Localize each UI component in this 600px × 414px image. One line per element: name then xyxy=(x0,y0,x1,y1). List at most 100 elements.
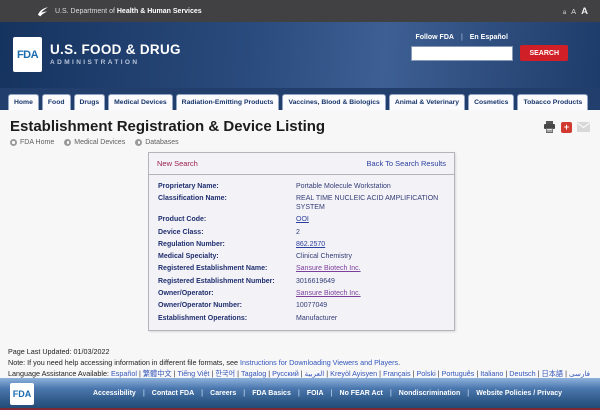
fda-logo[interactable]: FDA xyxy=(13,37,42,72)
language-link[interactable]: Español xyxy=(111,369,137,378)
regulation-number-link[interactable]: 862.2570 xyxy=(296,240,448,249)
registered-establishment-name-link[interactable]: Sansure Biotech Inc. xyxy=(296,264,448,273)
breadcrumb-label: Medical Devices xyxy=(74,139,125,146)
note-suffix: . xyxy=(398,358,400,367)
email-icon[interactable] xyxy=(577,122,590,132)
footer-link[interactable]: No FEAR Act xyxy=(333,390,390,397)
language-link[interactable]: 繁體中文 xyxy=(143,369,172,378)
footer-link[interactable]: Careers xyxy=(203,390,243,397)
footer-link[interactable]: Nondiscrimination xyxy=(392,390,467,397)
detail-row-owner-operator: Owner/Operator: Sansure Biotech Inc. xyxy=(149,287,448,299)
hhs-label-prefix: U.S. Department of xyxy=(55,8,115,15)
footer-link[interactable]: FOIA xyxy=(300,390,331,397)
breadcrumb-item-databases[interactable]: Databases xyxy=(135,139,178,146)
language-link[interactable]: Kreyòl Ayisyen xyxy=(330,369,377,378)
footer-link[interactable]: FDA Basics xyxy=(245,390,298,397)
header-search-area: Follow FDA | En Español SEARCH xyxy=(411,34,568,61)
language-link[interactable]: Italiano xyxy=(480,369,503,378)
language-link[interactable]: العربية xyxy=(305,369,325,378)
nav-tab[interactable]: Radiation-Emitting Products xyxy=(176,94,280,110)
footer-link[interactable]: Website Policies / Privacy xyxy=(469,390,569,397)
row-label: Regulation Number: xyxy=(158,240,296,249)
nav-tabs: HomeFoodDrugsMedical DevicesRadiation-Em… xyxy=(8,94,588,110)
row-label: Establishment Operations: xyxy=(158,314,296,323)
language-link[interactable]: 한국어 xyxy=(215,369,235,378)
language-link[interactable]: Polski xyxy=(417,369,436,378)
breadcrumb-label: Databases xyxy=(145,139,178,146)
row-label: Owner/Operator Number: xyxy=(158,301,296,310)
en-espanol-link[interactable]: En Español xyxy=(470,34,508,41)
footer-link[interactable]: Accessibility xyxy=(86,390,143,397)
search-row: SEARCH xyxy=(411,45,568,61)
panel-header: New Search Back To Search Results xyxy=(149,153,454,175)
detail-row-registered-establishment-number: Registered Establishment Number: 3016619… xyxy=(149,275,448,287)
breadcrumb-item-medical-devices[interactable]: Medical Devices xyxy=(64,139,125,146)
last-updated-text: Page Last Updated: 01/03/2022 xyxy=(8,347,592,358)
follow-fda-link[interactable]: Follow FDA xyxy=(415,34,454,41)
hhs-eagle-icon xyxy=(36,5,49,18)
nav-tab[interactable]: Tobacco Products xyxy=(517,94,588,110)
downloading-viewers-link[interactable]: Instructions for Downloading Viewers and… xyxy=(240,358,398,367)
language-link[interactable]: Tagalog xyxy=(241,369,266,378)
detail-row-registered-establishment-name: Registered Establishment Name: Sansure B… xyxy=(149,263,448,275)
font-size-large-button[interactable]: A xyxy=(581,6,588,17)
detail-row-regulation-number: Regulation Number: 862.2570 xyxy=(149,238,448,250)
breadcrumb-bullet-icon xyxy=(135,139,142,146)
language-link[interactable]: Français xyxy=(383,369,411,378)
detail-row-medical-specialty: Medical Specialty: Clinical Chemistry xyxy=(149,251,448,263)
footer-links: Accessibility|Contact FDA|Careers|FDA Ba… xyxy=(86,390,569,397)
row-label: Medical Specialty: xyxy=(158,252,296,261)
fda-header-titles: U.S. FOOD & DRUG ADMINISTRATION xyxy=(50,42,181,66)
new-search-link[interactable]: New Search xyxy=(157,159,198,168)
breadcrumb-item-fda-home[interactable]: FDA Home xyxy=(10,139,54,146)
detail-row-device-class: Device Class: 2 xyxy=(149,226,448,238)
main-content: Establishment Registration & Device List… xyxy=(0,110,600,378)
fda-logo-text: FDA xyxy=(17,49,38,61)
nav-tab[interactable]: Drugs xyxy=(74,94,106,110)
footer-fda-logo[interactable]: FDA xyxy=(10,383,34,405)
hhs-top-bar: U.S. Department of Health & Human Servic… xyxy=(0,0,600,22)
header-links: Follow FDA | En Español xyxy=(415,34,568,41)
hhs-department-label: U.S. Department of Health & Human Servic… xyxy=(55,8,202,15)
language-link[interactable]: Português xyxy=(442,369,475,378)
page-title: Establishment Registration & Device List… xyxy=(10,118,590,135)
nav-tab[interactable]: Home xyxy=(8,94,39,110)
product-code-link[interactable]: OOI xyxy=(296,215,448,224)
footer-link[interactable]: Contact FDA xyxy=(145,390,201,397)
page-action-icons: + xyxy=(543,121,590,133)
nav-tab[interactable]: Cosmetics xyxy=(468,94,514,110)
row-label: Registered Establishment Name: xyxy=(158,264,296,273)
share-icon[interactable]: + xyxy=(561,122,572,133)
row-label: Owner/Operator: xyxy=(158,289,296,298)
search-input[interactable] xyxy=(411,46,513,61)
row-value: Clinical Chemistry xyxy=(296,252,448,261)
font-size-small-button[interactable]: a xyxy=(563,10,566,16)
nav-tab[interactable]: Medical Devices xyxy=(108,94,173,110)
row-label: Classification Name: xyxy=(158,194,296,212)
site-footer-bar: FDA Accessibility|Contact FDA|Careers|FD… xyxy=(0,378,600,410)
row-label: Device Class: xyxy=(158,228,296,237)
language-links: Español | 繁體中文 | Tiếng Việt | 한국어 | Taga… xyxy=(111,369,590,378)
printer-icon[interactable] xyxy=(543,121,556,133)
nav-tab[interactable]: Food xyxy=(42,94,71,110)
row-value: 10077049 xyxy=(296,301,448,310)
language-link[interactable]: 日本語 xyxy=(542,369,564,378)
language-assistance-label: Language Assistance Available: xyxy=(8,369,109,378)
panel-body: Proprietary Name: Portable Molecule Work… xyxy=(149,175,454,330)
font-size-medium-button[interactable]: A xyxy=(571,7,576,16)
owner-operator-link[interactable]: Sansure Biotech Inc. xyxy=(296,289,448,298)
back-to-search-results-link[interactable]: Back To Search Results xyxy=(367,159,446,168)
language-link[interactable]: Tiếng Việt xyxy=(177,369,209,378)
breadcrumb-bullet-icon xyxy=(10,139,17,146)
fda-header: FDA U.S. FOOD & DRUG ADMINISTRATION Foll… xyxy=(0,22,600,88)
nav-tab[interactable]: Animal & Veterinary xyxy=(389,94,465,110)
row-value: 2 xyxy=(296,228,448,237)
search-button[interactable]: SEARCH xyxy=(520,45,568,61)
breadcrumb: FDA Home Medical Devices Databases xyxy=(10,139,590,146)
nav-tab[interactable]: Vaccines, Blood & Biologics xyxy=(282,94,385,110)
page-head: Establishment Registration & Device List… xyxy=(0,110,600,146)
language-link[interactable]: فارسی xyxy=(569,369,590,378)
language-link[interactable]: Русский xyxy=(272,369,299,378)
breadcrumb-label: FDA Home xyxy=(20,139,54,146)
language-link[interactable]: Deutsch xyxy=(509,369,535,378)
